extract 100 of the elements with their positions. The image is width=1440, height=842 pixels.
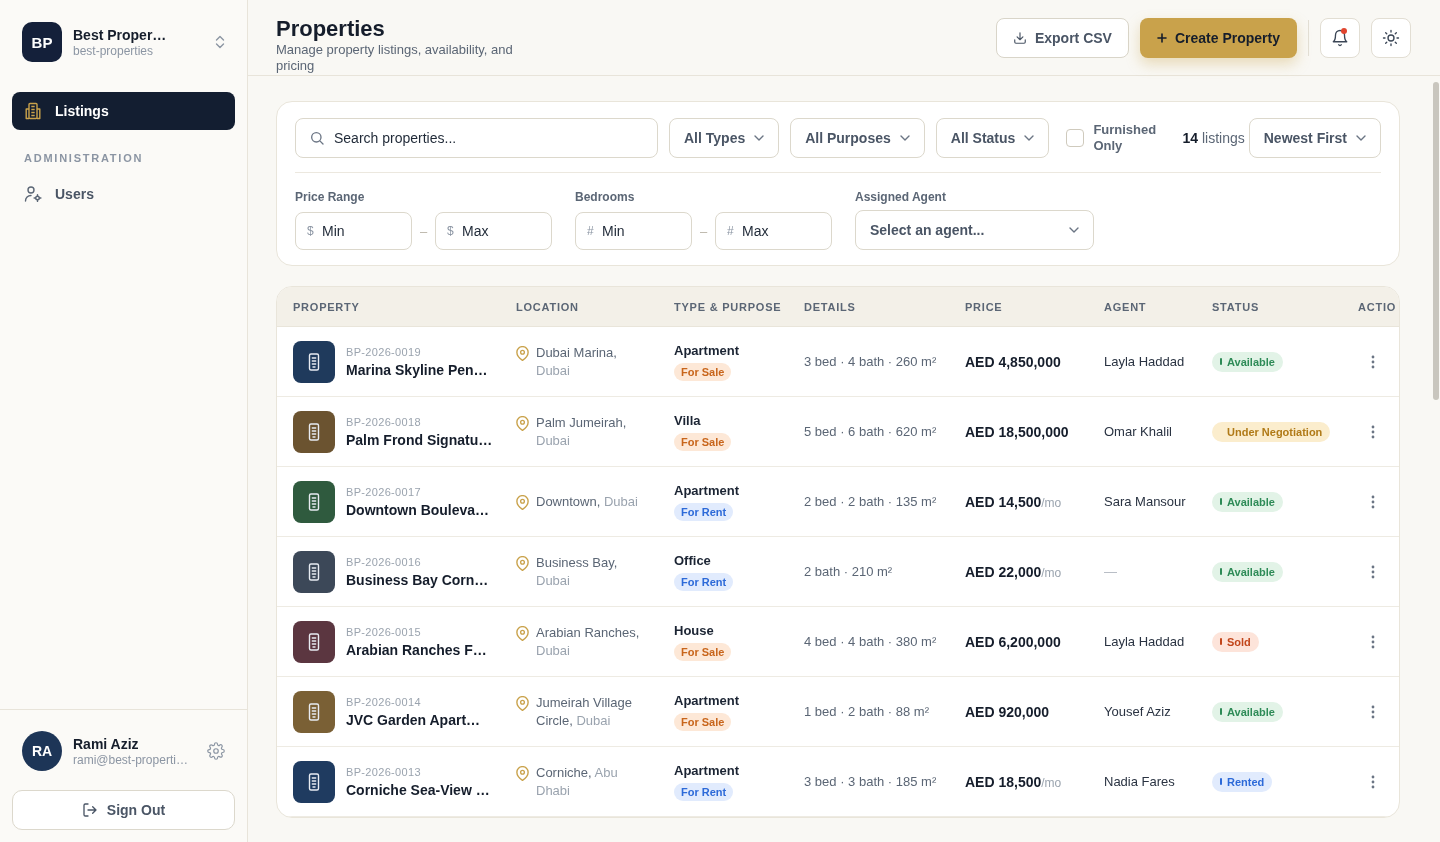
users-icon	[24, 185, 42, 203]
agent-name: Nadia Fares	[1104, 774, 1176, 789]
nav-item[interactable]: Listings	[12, 92, 235, 130]
property-code: BP-2026-0014	[346, 694, 422, 709]
workspace-logo: BP	[22, 22, 62, 62]
pin-icon	[516, 555, 529, 571]
agent-name: Layla Haddad	[1104, 634, 1186, 649]
chevron-up-down-icon[interactable]	[215, 35, 225, 49]
kebab-icon	[1371, 494, 1375, 509]
caret-icon	[899, 135, 910, 141]
plus-icon	[1156, 33, 1167, 43]
field-label: Bedrooms	[575, 189, 636, 205]
caret-icon	[1069, 227, 1079, 233]
range-separator: –	[418, 223, 429, 239]
purpose-badge: For Rent	[674, 502, 734, 521]
column-header: PROPERTY	[293, 300, 361, 313]
pin-icon	[516, 494, 529, 510]
property-name[interactable]: Marina Skyline Pen…	[346, 360, 488, 379]
property-name[interactable]: Corniche Sea-View …	[346, 780, 490, 799]
property-type: Apartment	[674, 762, 740, 779]
pin-icon	[516, 625, 529, 641]
kebab-icon	[1371, 354, 1375, 369]
filter-dropdown[interactable]: All Types	[669, 118, 780, 158]
pin-icon	[516, 415, 529, 431]
kebab-icon	[1371, 424, 1375, 439]
column-header: DETAILS	[804, 300, 857, 313]
property-code: BP-2026-0019	[346, 344, 422, 359]
section-label: ADMINISTRATION	[24, 151, 144, 165]
property-details: 4 bed · 4 bath · 380 m²	[804, 634, 938, 649]
property-code: BP-2026-0015	[346, 624, 422, 639]
property-details: 1 bed · 2 bath · 88 m²	[804, 704, 930, 719]
caret-icon	[754, 135, 765, 141]
pin-icon	[516, 765, 529, 781]
range-separator: –	[698, 223, 709, 239]
agent-select[interactable]: Select an agent...	[855, 210, 1094, 250]
location-text: Dubai Marina, Dubai	[536, 343, 618, 380]
furnished-checkbox[interactable]	[1066, 129, 1085, 147]
location-text: Jumeirah Village Circle, Dubai	[536, 693, 633, 730]
status-label: Under Negotiation	[1227, 424, 1323, 439]
caret-icon	[1356, 135, 1366, 141]
logout-icon	[81, 802, 98, 818]
input-prefix: $	[307, 224, 314, 238]
location-text: Business Bay, Dubai	[536, 553, 619, 590]
purpose-badge: For Sale	[674, 362, 732, 381]
agent-name: Yousef Aziz	[1104, 704, 1172, 719]
property-type: Apartment	[674, 342, 740, 359]
kebab-icon	[1371, 774, 1375, 789]
checkbox-label[interactable]: Furnished Only	[1093, 122, 1168, 154]
user-avatar: RA	[22, 731, 62, 771]
search-field[interactable]: Search properties...	[295, 118, 658, 158]
property-name[interactable]: Palm Frond Signatu…	[346, 430, 493, 449]
column-header: AGENT	[1104, 300, 1148, 313]
user-name: Rami Aziz	[73, 734, 140, 753]
kebab-icon	[1371, 704, 1375, 719]
purpose-badge: For Rent	[674, 572, 734, 591]
property-code: BP-2026-0013	[346, 764, 422, 779]
property-name[interactable]: Business Bay Corn…	[346, 570, 489, 589]
property-price: AED 14,500/mo	[965, 493, 1063, 510]
settings-icon[interactable]	[207, 742, 225, 760]
property-price: AED 920,000	[965, 703, 1051, 720]
pin-icon	[516, 695, 529, 711]
field-label: Price Range	[295, 189, 366, 205]
purpose-badge: For Sale	[674, 432, 732, 451]
property-price: AED 18,500/mo	[965, 773, 1063, 790]
column-header: STATUS	[1212, 300, 1260, 313]
column-header: PRICE	[965, 300, 1004, 313]
property-type: Apartment	[674, 482, 740, 499]
nav-item[interactable]: Users	[12, 175, 235, 213]
status-label: Sold	[1227, 634, 1251, 649]
filter-dropdown[interactable]: All Purposes	[790, 118, 925, 158]
property-code: BP-2026-0017	[346, 484, 422, 499]
property-code: BP-2026-0016	[346, 554, 422, 569]
page-subtitle: Manage property listings, availability, and pricing	[276, 42, 514, 74]
property-details: 5 bed · 6 bath · 620 m²	[804, 424, 938, 439]
column-header: LOCATION	[516, 300, 580, 313]
building-icon	[24, 102, 42, 120]
workspace-name: Best Proper…	[73, 25, 168, 44]
property-name[interactable]: Downtown Bouleva…	[346, 500, 490, 519]
create-button[interactable]: Create Property	[1139, 18, 1297, 58]
location-text: Palm Jumeirah, Dubai	[536, 413, 628, 450]
sign-out-button[interactable]: Sign Out	[12, 790, 235, 830]
theme-button[interactable]	[1371, 18, 1411, 58]
property-details: 2 bed · 2 bath · 135 m²	[804, 494, 938, 509]
sort-dropdown[interactable]: Newest First	[1248, 118, 1381, 158]
input-prefix: $	[447, 224, 454, 238]
property-details: 2 bath · 210 m²	[804, 564, 894, 579]
purpose-badge: For Rent	[674, 782, 734, 801]
filter-dropdown[interactable]: All Status	[935, 118, 1050, 158]
location-text: Downtown, Dubai	[536, 492, 638, 511]
property-name[interactable]: JVC Garden Apart…	[346, 710, 481, 729]
property-name[interactable]: Arabian Ranches F…	[346, 640, 487, 659]
column-header: TYPE & PURPOSE	[674, 300, 783, 313]
kebab-icon	[1371, 564, 1375, 579]
notifications-button[interactable]	[1320, 18, 1360, 58]
scrollbar-thumb[interactable]	[1433, 82, 1439, 400]
pin-icon	[516, 345, 529, 361]
purpose-badge: For Sale	[674, 642, 732, 661]
property-price: AED 6,200,000	[965, 633, 1062, 650]
property-price: AED 4,850,000	[965, 353, 1062, 370]
export-button[interactable]: Export CSV	[995, 18, 1129, 58]
